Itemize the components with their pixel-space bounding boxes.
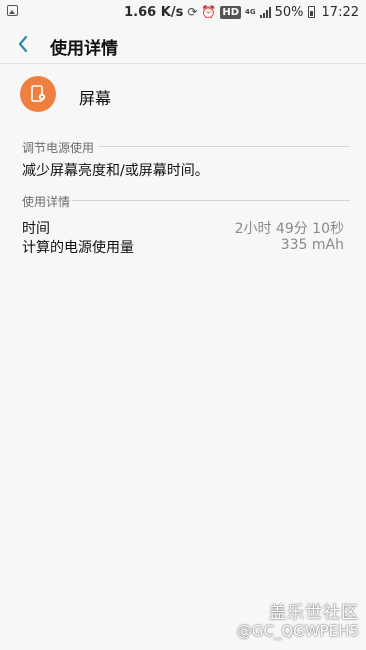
section-header-adjust: 调节电源使用 — [22, 141, 95, 155]
app-name: 屏幕 — [79, 89, 112, 108]
adjust-text: 减少屏幕亮度和/或屏幕时间。 — [22, 163, 209, 179]
page-title: 使用详情 — [50, 39, 118, 59]
detail-value-time: 2小时 49分 10秒 — [234, 221, 344, 237]
detail-value-power: 335 mAh — [280, 237, 344, 253]
alarm-icon: ⏰ — [201, 5, 217, 19]
chevron-left-icon — [18, 35, 28, 53]
app-row: 屏幕 — [0, 68, 366, 122]
app-bar: 使用详情 — [0, 24, 366, 63]
section-header-details: 使用详情 — [22, 195, 71, 209]
watermark-user: @GC_QGWPEH5 — [236, 622, 359, 640]
back-button[interactable] — [14, 34, 34, 54]
network-type: 4G — [245, 7, 256, 16]
network-speed: 1.66 K/s — [124, 4, 184, 20]
clock: 17:22 — [321, 4, 359, 20]
status-icons: 1.66 K/s ⟳ ⏰ HD 4G 50% 17:22 — [124, 0, 359, 24]
battery-percent: 50% — [274, 4, 304, 20]
detail-label-power: 计算的电源使用量 — [22, 240, 134, 256]
gallery-icon — [7, 5, 18, 16]
hd-badge: HD — [220, 5, 241, 19]
battery-icon — [307, 6, 315, 18]
status-bar: 1.66 K/s ⟳ ⏰ HD 4G 50% 17:22 — [0, 0, 366, 24]
divider — [0, 63, 366, 64]
sync-icon: ⟳ — [187, 5, 198, 19]
signal-icon — [259, 6, 271, 18]
section-divider — [72, 200, 350, 201]
watermark-title: 盖乐世社区 — [269, 603, 359, 623]
section-divider — [98, 146, 350, 147]
screen-settings-icon — [20, 76, 56, 112]
detail-label-time: 时间 — [22, 221, 50, 237]
